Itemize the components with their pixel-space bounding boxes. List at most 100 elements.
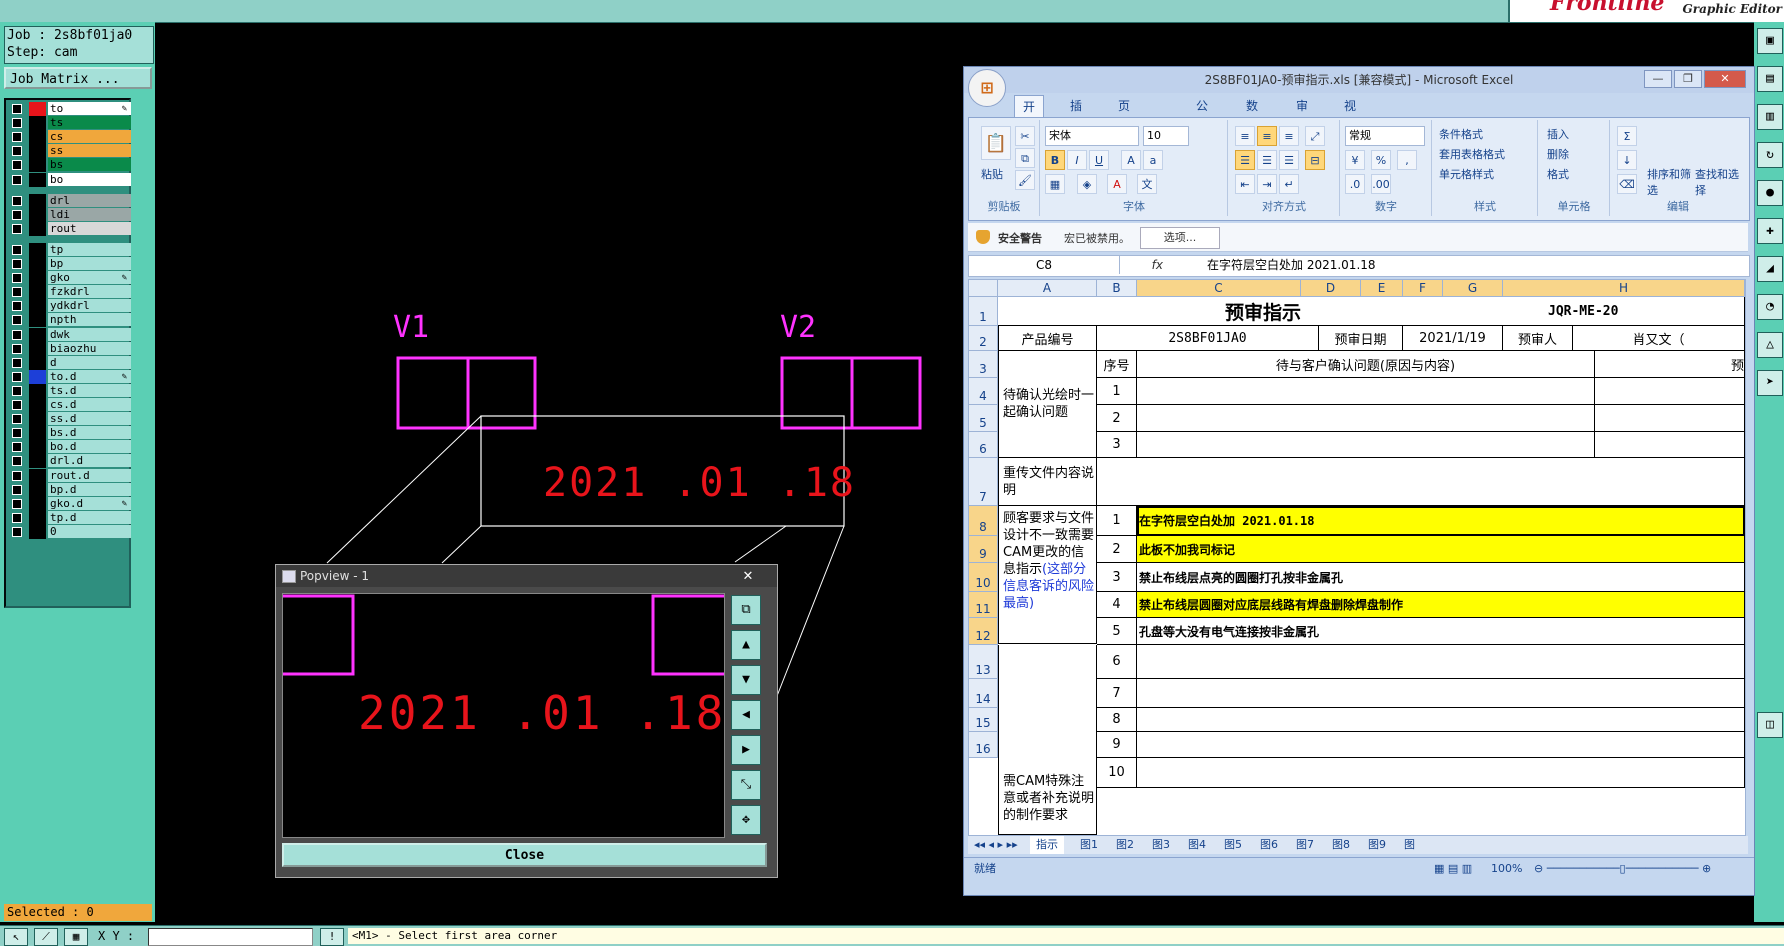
- format-cells-button[interactable]: 格式: [1547, 166, 1569, 182]
- confirm-label[interactable]: 待确认光绘时一起确认问题: [998, 351, 1097, 458]
- layer-checkbox[interactable]: [12, 104, 22, 114]
- minimize-icon[interactable]: —: [1644, 70, 1672, 88]
- confirm-issue[interactable]: [1137, 378, 1595, 405]
- layer-checkbox[interactable]: [12, 343, 22, 354]
- reupload-content[interactable]: [1097, 458, 1745, 506]
- layer-checkbox[interactable]: [12, 160, 22, 171]
- layer-row[interactable]: ts: [8, 116, 131, 131]
- align-center-icon[interactable]: ☰: [1257, 150, 1277, 170]
- layer-row[interactable]: gko.d ✎: [8, 496, 131, 511]
- row-header[interactable]: 12: [969, 618, 998, 645]
- product-value[interactable]: 2S8BF01JA0: [1097, 326, 1319, 351]
- sort-filter-button[interactable]: 排序和筛选: [1647, 166, 1691, 198]
- sheet-tab[interactable]: 图2: [1116, 836, 1134, 854]
- layer-color-swatch[interactable]: [29, 207, 46, 222]
- confirm-pre[interactable]: [1595, 432, 1745, 458]
- layer-checkbox[interactable]: [12, 371, 22, 382]
- cursor-icon[interactable]: ↖: [4, 928, 28, 946]
- layer-name[interactable]: ts.d: [48, 383, 131, 397]
- layer-name[interactable]: drl: [48, 193, 131, 207]
- cell-styles-button[interactable]: 单元格样式: [1439, 166, 1494, 182]
- sheet-nav-icon[interactable]: ◂◂ ◂ ▸ ▸▸: [974, 836, 1018, 854]
- layer-row[interactable]: rout: [8, 221, 131, 236]
- confirm-issue[interactable]: [1137, 432, 1595, 458]
- layer-name[interactable]: ydkdrl: [48, 299, 131, 313]
- layer-color-swatch[interactable]: [29, 412, 46, 427]
- layer-row[interactable]: ts.d: [8, 383, 131, 398]
- layer-checkbox[interactable]: [12, 357, 22, 368]
- align-bottom-icon[interactable]: ≡: [1279, 126, 1299, 146]
- layer-color-swatch[interactable]: [29, 299, 46, 314]
- mismatch-text[interactable]: 孔盘等大没有电气连接按非金属孔: [1137, 618, 1745, 645]
- column-header[interactable]: A: [998, 280, 1097, 297]
- ribbon-tab[interactable]: 视图: [1336, 95, 1364, 135]
- row-header[interactable]: 2: [969, 326, 998, 351]
- layer-color-swatch[interactable]: [29, 510, 46, 525]
- sheet-tab[interactable]: 图7: [1296, 836, 1314, 854]
- layer-color-swatch[interactable]: [29, 383, 46, 398]
- pan-left-icon[interactable]: ◀: [731, 700, 761, 730]
- layer-color-swatch[interactable]: [29, 221, 46, 236]
- measure-tool-icon[interactable]: △: [1757, 332, 1783, 358]
- layer-checkbox[interactable]: [12, 428, 22, 439]
- layer-row[interactable]: ss.d: [8, 412, 131, 427]
- zoom-out-icon[interactable]: ⤡: [731, 770, 761, 800]
- layer-row[interactable]: bo: [8, 172, 131, 187]
- copy-icon[interactable]: ⧉: [1015, 148, 1035, 168]
- layer-row[interactable]: npth: [8, 313, 131, 328]
- special-seq[interactable]: 8: [1097, 708, 1137, 732]
- layer-name[interactable]: tp.d: [48, 510, 131, 524]
- special-seq[interactable]: 9: [1097, 732, 1137, 758]
- layer-name[interactable]: rout: [48, 221, 131, 235]
- row-header[interactable]: 8: [969, 506, 998, 536]
- layer-color-swatch[interactable]: [29, 426, 46, 441]
- layer-checkbox[interactable]: [12, 223, 22, 234]
- layer-color-swatch[interactable]: [29, 158, 46, 173]
- font-name-box[interactable]: 宋体: [1045, 126, 1139, 146]
- select-all-corner[interactable]: [969, 280, 998, 297]
- person-label[interactable]: 预审人: [1503, 326, 1573, 351]
- row-header[interactable]: 16: [969, 732, 998, 758]
- zoom-window-icon[interactable]: ⧉: [731, 595, 761, 625]
- grow-font-icon[interactable]: A: [1121, 150, 1141, 170]
- layer-row[interactable]: to.d ✎: [8, 369, 131, 384]
- layer-checkbox[interactable]: [12, 273, 22, 284]
- special-content[interactable]: [1137, 679, 1745, 708]
- sheet-tab[interactable]: 图5: [1224, 836, 1242, 854]
- layer-name[interactable]: cs: [48, 130, 131, 144]
- layer-row[interactable]: fzkdrl: [8, 285, 131, 300]
- layer-color-swatch[interactable]: [29, 454, 46, 469]
- layer-color-swatch[interactable]: [29, 242, 46, 257]
- layer-row[interactable]: bp: [8, 257, 131, 271]
- layer-color-swatch[interactable]: [29, 144, 46, 159]
- decrease-indent-icon[interactable]: ⇤: [1235, 174, 1255, 194]
- layer-row[interactable]: d: [8, 355, 131, 370]
- special-seq[interactable]: 7: [1097, 679, 1137, 708]
- layer-checkbox[interactable]: [12, 287, 22, 298]
- mismatch-text[interactable]: 禁止布线层点亮的圆圈打孔按非金属孔: [1137, 563, 1745, 592]
- layer-row[interactable]: drl: [8, 193, 131, 208]
- sheet-tab[interactable]: 图6: [1260, 836, 1278, 854]
- row-header[interactable]: 15: [969, 708, 998, 732]
- layer-name[interactable]: fzkdrl: [48, 285, 131, 299]
- layer-color-swatch[interactable]: [29, 257, 46, 271]
- layer-checkbox[interactable]: [12, 442, 22, 453]
- paste-label[interactable]: 粘贴: [981, 166, 1003, 182]
- shrink-font-icon[interactable]: a: [1143, 150, 1163, 170]
- layer-checkbox[interactable]: [12, 244, 22, 255]
- office-button-icon[interactable]: ⊞: [968, 69, 1006, 107]
- layer-checkbox[interactable]: [12, 132, 22, 143]
- zoom-slider[interactable]: ⊖ ───────────▯─────────── ⊕: [1534, 858, 1711, 880]
- layer-name[interactable]: bp.d: [48, 482, 131, 496]
- layer-name[interactable]: bo: [48, 172, 131, 186]
- date-value[interactable]: 2021/1/19: [1403, 326, 1503, 351]
- layer-row[interactable]: dwk: [8, 327, 131, 342]
- confirm-seq[interactable]: 2: [1097, 405, 1137, 432]
- confirm-seq[interactable]: 3: [1097, 432, 1137, 458]
- layer-checkbox[interactable]: [12, 174, 22, 185]
- pad-tool-icon[interactable]: ●: [1757, 180, 1783, 206]
- layer-name[interactable]: cs.d: [48, 398, 131, 411]
- row-header[interactable]: 6: [969, 432, 998, 458]
- alert-icon[interactable]: !: [320, 928, 344, 946]
- layer-checkbox[interactable]: [12, 195, 22, 206]
